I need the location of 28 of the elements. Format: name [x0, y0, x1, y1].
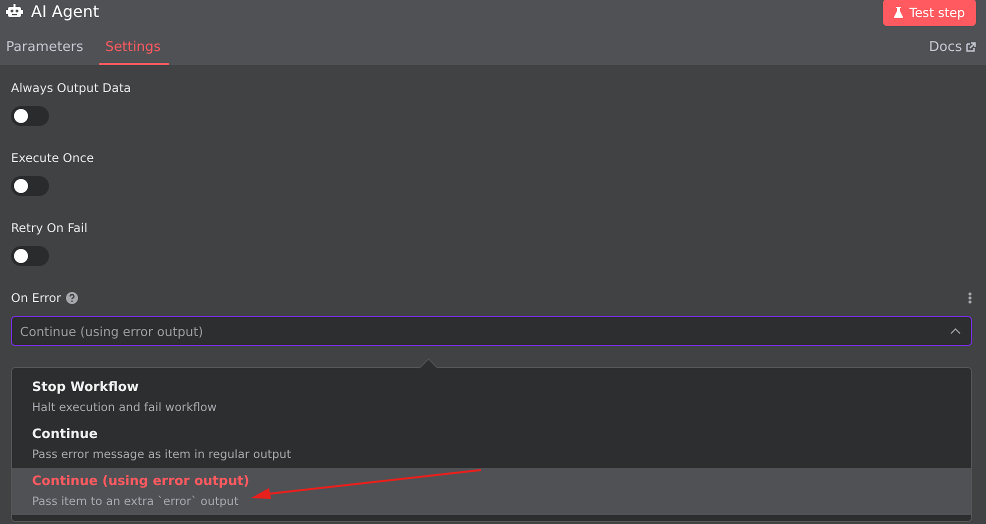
chevron-icon: [950, 328, 961, 334]
robot-icon: [6, 4, 23, 18]
option-title: Stop Workflow: [32, 380, 139, 395]
dropdown-option[interactable]: Continue Pass error message as item in regular output: [12, 421, 971, 468]
field-label: Execute Once: [11, 151, 95, 165]
node-title: AI Agent: [31, 2, 100, 20]
option-description: Pass error message as item in regular output: [32, 447, 292, 461]
option-description: Halt execution and fail workflow: [32, 400, 218, 414]
field-label: On Error: [11, 291, 62, 305]
option-title: Continue: [32, 427, 98, 442]
help-icon[interactable]: [66, 292, 78, 304]
tab[interactable]: Parameters: [0, 33, 92, 65]
toggle-switch[interactable]: [11, 106, 49, 126]
field-label: Always Output Data: [11, 81, 132, 95]
tab[interactable]: Settings: [99, 33, 169, 65]
toggle-switch[interactable]: [11, 176, 49, 196]
more-options-icon[interactable]: [968, 292, 972, 304]
flask-icon: [894, 6, 904, 18]
field-label: Retry On Fail: [11, 221, 88, 235]
dropdown-option[interactable]: Stop Workflow Halt execution and fail workflow: [12, 374, 971, 421]
dropdown-option[interactable]: Continue (using error output) Pass item to an extra `error` output: [12, 468, 971, 515]
option-description: Pass item to an extra `error` output: [32, 494, 240, 508]
option-title: Continue (using error output): [32, 474, 250, 489]
on-error-select[interactable]: Continue (using error output): [11, 316, 972, 346]
docs-link[interactable]: Docs: [928, 39, 976, 65]
toggle-switch[interactable]: [11, 246, 49, 266]
external-link-icon: [966, 42, 976, 52]
test-step-button[interactable]: Test step: [883, 0, 976, 26]
